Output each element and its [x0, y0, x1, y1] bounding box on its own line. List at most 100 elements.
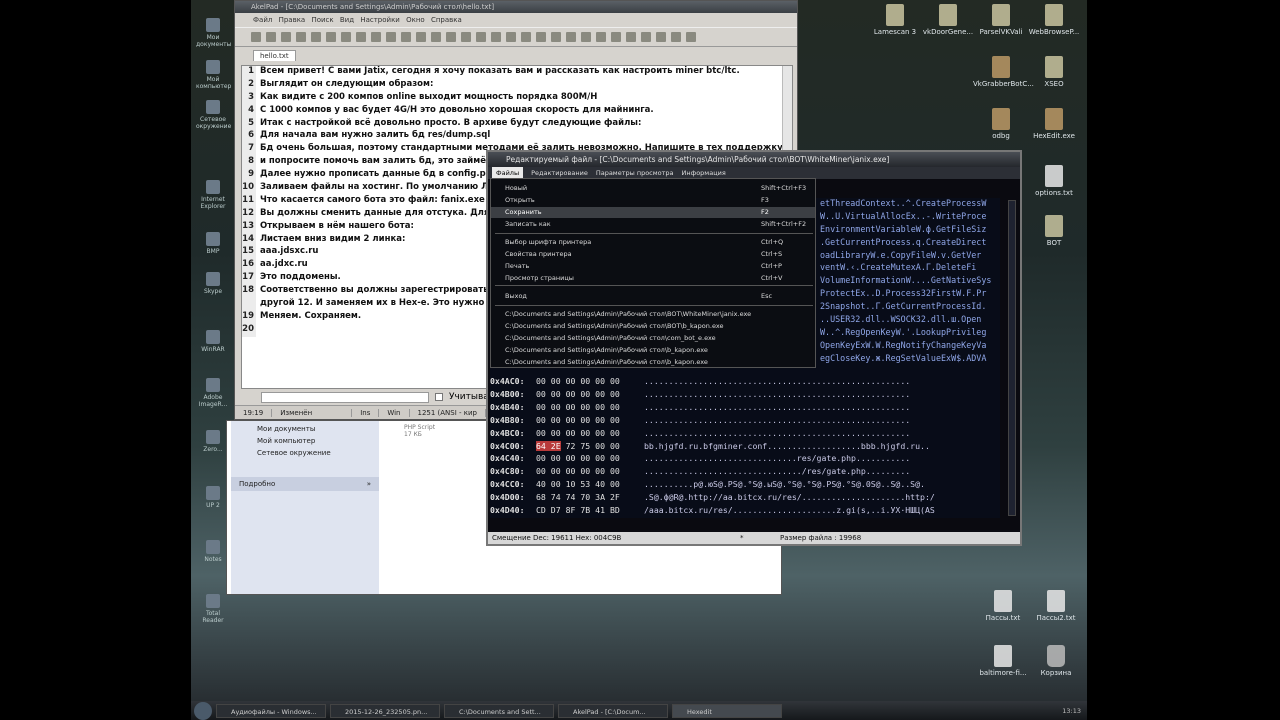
- match-case-checkbox[interactable]: [435, 393, 443, 401]
- toolbar-button-icon[interactable]: [341, 32, 351, 42]
- desktop-icon-item[interactable]: HexEdit.exe: [1026, 108, 1082, 140]
- toolbar-button-icon[interactable]: [686, 32, 696, 42]
- desktop-icon-item[interactable]: ParselVKVali: [973, 4, 1029, 36]
- toolbar-button-icon[interactable]: [446, 32, 456, 42]
- menu-item[interactable]: Новый Shift+Ctrl+F3: [491, 183, 815, 194]
- toolbar-button-icon[interactable]: [296, 32, 306, 42]
- toolbar-button-icon[interactable]: [476, 32, 486, 42]
- chevron-down-icon[interactable]: »: [367, 480, 371, 488]
- recent-file-item[interactable]: C:\Documents and Settings\Admin\Рабочий …: [491, 357, 815, 368]
- desktop-icon-item[interactable]: Корзина: [1028, 645, 1084, 677]
- toolbar-button-icon[interactable]: [431, 32, 441, 42]
- menu-item[interactable]: Выбор шрифта принтера Ctrl+Q: [491, 237, 815, 248]
- menu-item[interactable]: Открыть F3: [491, 195, 815, 206]
- toolbar-button-icon[interactable]: [251, 32, 261, 42]
- menu-item[interactable]: Выход Esc: [491, 291, 815, 302]
- toolbar-button-icon[interactable]: [596, 32, 606, 42]
- hex-scrollbar[interactable]: [1008, 200, 1016, 516]
- toolbar-button-icon[interactable]: [506, 32, 516, 42]
- menu-item[interactable]: Просмотр страницы Ctrl+V: [491, 273, 815, 284]
- recent-file-item[interactable]: C:\Documents and Settings\Admin\Рабочий …: [491, 345, 815, 356]
- recent-file-item[interactable]: C:\Documents and Settings\Admin\Рабочий …: [491, 309, 815, 320]
- toolbar-button-icon[interactable]: [326, 32, 336, 42]
- toolbar-button-icon[interactable]: [611, 32, 621, 42]
- toolbar-button-icon[interactable]: [401, 32, 411, 42]
- desktop-icon-item[interactable]: BMP: [196, 232, 230, 255]
- hex-row[interactable]: 0x4AC0: 00 00 00 00 00 00................…: [490, 376, 1000, 389]
- desktop-icon-item[interactable]: vkDoorGene...: [920, 4, 976, 36]
- desktop-icon-item[interactable]: Zero...: [196, 430, 230, 453]
- desktop-icon-item[interactable]: WinRAR: [196, 330, 230, 353]
- menu-window[interactable]: Окно: [406, 16, 425, 24]
- desktop-icon-item[interactable]: Internet Explorer: [196, 180, 230, 210]
- find-input[interactable]: [261, 391, 429, 403]
- menu-settings[interactable]: Настройки: [360, 16, 400, 24]
- taskbar-button[interactable]: 2015-12-26_232505.pn...: [330, 703, 440, 718]
- taskbar-button[interactable]: Hexedit: [672, 703, 782, 718]
- desktop-icon-item[interactable]: Пассы.txt: [975, 590, 1031, 622]
- hex-row[interactable]: 0x4B40: 00 00 00 00 00 00................…: [490, 402, 1000, 415]
- toolbar-button-icon[interactable]: [266, 32, 276, 42]
- menu-edit[interactable]: Правка: [279, 16, 306, 24]
- desktop-icon-item[interactable]: XSEO: [1026, 56, 1082, 88]
- desktop-icon-item[interactable]: Adobe ImageR...: [196, 378, 230, 408]
- tab-hello-txt[interactable]: hello.txt: [253, 50, 296, 61]
- menu-view[interactable]: Вид: [340, 16, 354, 24]
- hex-row[interactable]: 0x4CC0: 40 00 10 53 40 00 ..........p@.юS@…: [490, 479, 1000, 492]
- hex-row[interactable]: 0x4B00: 00 00 00 00 00 00................…: [490, 389, 1000, 402]
- menu-item[interactable]: Записать как Shift+Ctrl+F2: [491, 219, 815, 230]
- desktop-icon-item[interactable]: Notes: [196, 540, 230, 563]
- toolbar-button-icon[interactable]: [656, 32, 666, 42]
- hex-row[interactable]: 0x4D40: CD D7 8F 7B 41 BD/aaa.bitcx.ru/re…: [490, 505, 1000, 518]
- toolbar-button-icon[interactable]: [416, 32, 426, 42]
- sidebar-item-my-documents[interactable]: Мои документы: [231, 421, 379, 433]
- desktop-icon-item[interactable]: odbg: [973, 108, 1029, 140]
- toolbar-button-icon[interactable]: [371, 32, 381, 42]
- desktop-icon-item[interactable]: Сетевое окружение: [196, 100, 231, 130]
- toolbar-button-icon[interactable]: [521, 32, 531, 42]
- menu-help[interactable]: Справка: [431, 16, 462, 24]
- desktop-icon-item[interactable]: Пассы2.txt: [1028, 590, 1084, 622]
- toolbar-button-icon[interactable]: [311, 32, 321, 42]
- desktop-icon-item[interactable]: WebBrowseP...: [1026, 4, 1082, 36]
- details-section[interactable]: Подробно »: [231, 477, 379, 491]
- hex-row[interactable]: 0x4D00: 68 74 74 70 3A 2F .S@.ф@R@.http://…: [490, 492, 1000, 505]
- start-button[interactable]: [194, 701, 212, 720]
- menu-item[interactable]: Свойства принтера Ctrl+S: [491, 249, 815, 260]
- toolbar-button-icon[interactable]: [641, 32, 651, 42]
- taskbar-button[interactable]: Аудиофайлы - Windows...: [216, 703, 326, 718]
- toolbar-button-icon[interactable]: [671, 32, 681, 42]
- hex-row[interactable]: 0x4B80: 00 00 00 00 00 00................…: [490, 415, 1000, 428]
- desktop-icon-item[interactable]: baltimore-fi...: [975, 645, 1031, 677]
- sidebar-item-my-computer[interactable]: Мой компьютер: [231, 433, 379, 445]
- desktop-icon-item[interactable]: options.txt: [1026, 165, 1082, 197]
- desktop-icon-item[interactable]: VkGrabberBotC...: [973, 56, 1034, 88]
- menu-item[interactable]: Сохранить F2: [491, 207, 815, 218]
- php-file-item[interactable]: PHP Script 17 КБ: [404, 424, 435, 438]
- desktop-icon-item[interactable]: Мои документы: [196, 18, 231, 48]
- hex-row[interactable]: 0x4C40: 00 00 00 00 00 00................…: [490, 453, 1000, 466]
- hex-row[interactable]: 0x4C00: 64 2E 72 75 00 00 bb.hjgfd.ru.bfgm…: [490, 440, 1000, 454]
- desktop-icon-item[interactable]: Lamescan 3: [867, 4, 923, 36]
- desktop-icon-item[interactable]: BOT: [1026, 215, 1082, 247]
- recent-file-item[interactable]: C:\Documents and Settings\Admin\Рабочий …: [491, 333, 815, 344]
- toolbar-button-icon[interactable]: [581, 32, 591, 42]
- taskbar-button[interactable]: AkelPad - [C:\Docum...: [558, 703, 668, 718]
- toolbar-button-icon[interactable]: [386, 32, 396, 42]
- desktop-icon-item[interactable]: Мой компьютер: [196, 60, 231, 90]
- menu-file[interactable]: Файл: [253, 16, 272, 24]
- toolbar-button-icon[interactable]: [356, 32, 366, 42]
- toolbar-button-icon[interactable]: [491, 32, 501, 42]
- toolbar-button-icon[interactable]: [461, 32, 471, 42]
- toolbar-button-icon[interactable]: [551, 32, 561, 42]
- desktop-icon-item[interactable]: Total Reader: [196, 594, 230, 624]
- menu-item[interactable]: Печать Ctrl+P: [491, 261, 815, 272]
- menu-search[interactable]: Поиск: [311, 16, 333, 24]
- hex-row[interactable]: 0x4BC0: 00 00 00 00 00 00................…: [490, 428, 1000, 441]
- sidebar-item-network[interactable]: Сетевое окружение: [231, 445, 379, 457]
- toolbar-button-icon[interactable]: [536, 32, 546, 42]
- toolbar-button-icon[interactable]: [626, 32, 636, 42]
- toolbar-button-icon[interactable]: [566, 32, 576, 42]
- desktop-icon-item[interactable]: UP 2: [196, 486, 230, 509]
- toolbar-button-icon[interactable]: [281, 32, 291, 42]
